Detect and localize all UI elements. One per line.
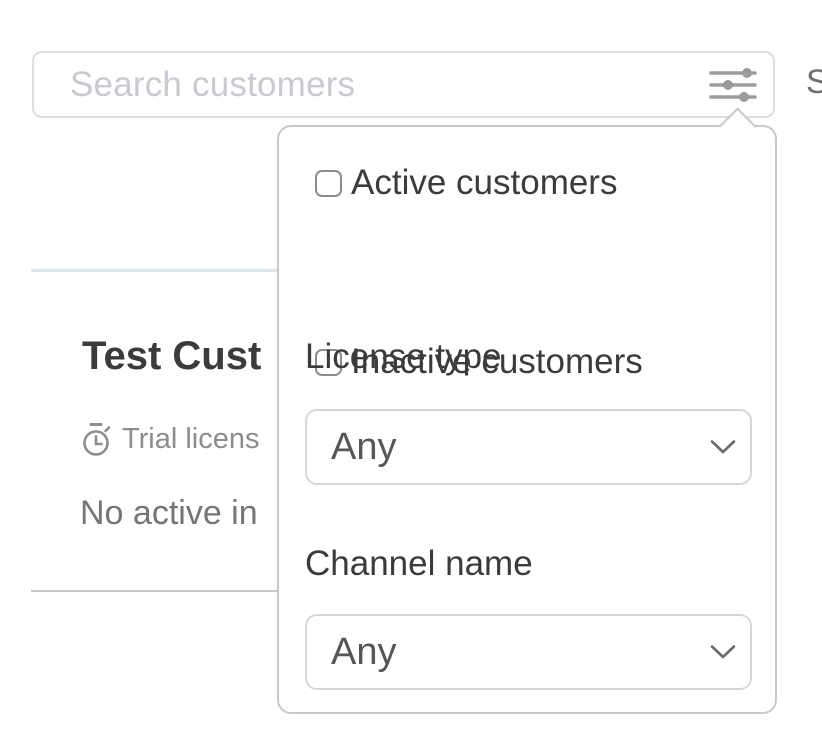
chevron-down-icon [710, 645, 736, 660]
active-customers-label: Active customers [351, 163, 617, 203]
active-customers-checkbox[interactable] [315, 170, 342, 197]
sliders-icon [709, 67, 757, 103]
license-type-value: Any [331, 426, 396, 469]
customers-page: Test Cust Trial licens No active in Sear… [0, 0, 822, 756]
right-edge-text: S [806, 62, 822, 102]
filter-button[interactable] [707, 63, 759, 107]
chevron-down-icon [710, 440, 736, 455]
license-row: Trial licens [82, 422, 260, 457]
installations-status: No active in [80, 494, 258, 533]
license-type-select[interactable]: Any [305, 409, 752, 485]
channel-name-value: Any [331, 631, 396, 674]
row-divider-bottom [31, 590, 277, 592]
license-type-label: License type [305, 337, 502, 377]
filter-panel: Active customers Inactive customers Lice… [277, 125, 777, 714]
trial-timer-icon [82, 422, 112, 457]
checkbox-row-active-customers[interactable]: Active customers [315, 163, 617, 203]
channel-name-select[interactable]: Any [305, 614, 752, 690]
search-input[interactable]: Search customers [32, 51, 775, 118]
channel-name-label: Channel name [305, 544, 533, 584]
customer-name: Test Cust [82, 333, 261, 379]
license-type-text: Trial licens [122, 423, 260, 456]
search-placeholder: Search customers [70, 65, 355, 105]
